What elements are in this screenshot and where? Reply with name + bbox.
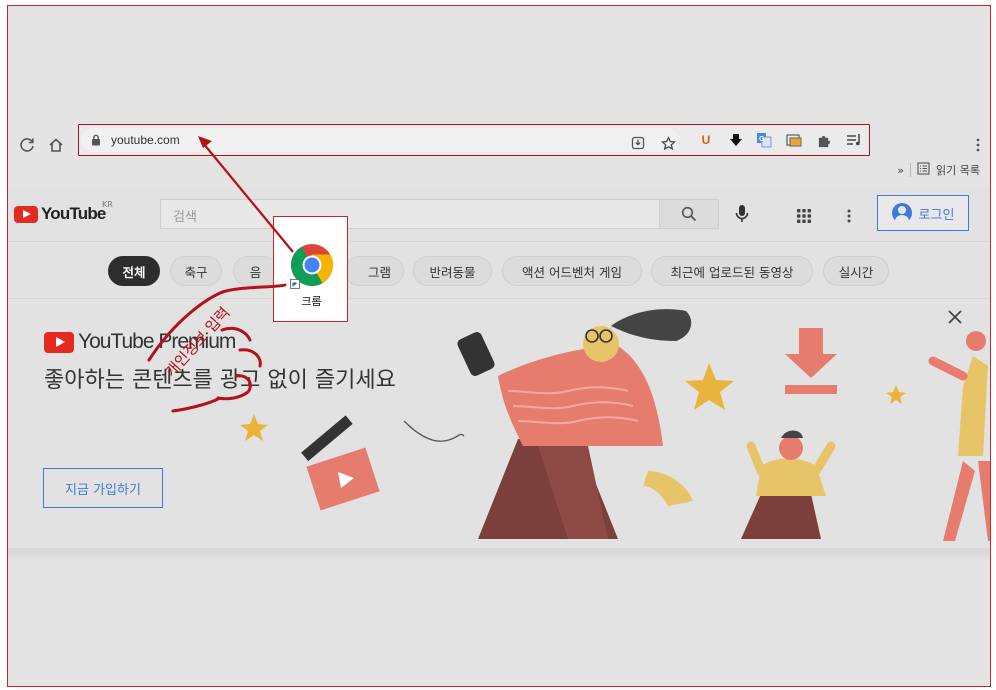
reading-list-button[interactable]: 읽기 목록 <box>936 162 980 178</box>
clapperboard-illustration <box>301 415 380 511</box>
page-shadow <box>8 548 990 562</box>
bookmarks-overflow-button[interactable]: » <box>897 164 904 177</box>
reading-list-icon[interactable] <box>917 162 930 178</box>
shortcut-label: 크롬 <box>301 295 322 308</box>
reload-icon[interactable] <box>15 133 39 157</box>
translate-extension-icon[interactable]: G <box>755 131 773 149</box>
dancing-person-illustration <box>928 331 990 541</box>
extensions-puzzle-icon[interactable] <box>815 131 833 149</box>
window-extension-icon[interactable] <box>785 131 803 149</box>
install-app-icon[interactable] <box>629 134 647 152</box>
screenshot-frame: youtube.com U G » 읽기 목록 YouTube KR 검색 로그… <box>7 5 991 687</box>
woman-with-phone-illustration <box>457 309 693 539</box>
star-decoration <box>685 363 734 410</box>
star-decoration <box>240 414 268 441</box>
ublock-extension-icon[interactable]: U <box>697 131 715 149</box>
bookmarks-bar: » 읽기 목록 <box>897 162 980 178</box>
chrome-menu-icon[interactable] <box>966 133 990 157</box>
youtube-page: YouTube KR 검색 로그인 전체 축구 음 그램 반려동물 액션 어드벤… <box>8 186 990 548</box>
download-arrow-illustration <box>785 328 837 394</box>
url-text: youtube.com <box>111 133 180 147</box>
home-icon[interactable] <box>44 133 68 157</box>
divider <box>910 163 912 177</box>
premium-illustration <box>240 309 990 541</box>
lock-icon[interactable] <box>91 134 101 146</box>
chrome-desktop-shortcut[interactable]: 크롬 <box>273 216 348 322</box>
cheering-person-illustration <box>741 430 836 539</box>
address-bar[interactable]: youtube.com U G <box>78 124 870 156</box>
bookmark-star-icon[interactable] <box>659 134 677 152</box>
star-decoration <box>886 385 906 404</box>
download-extension-icon[interactable] <box>727 131 745 149</box>
svg-text:G: G <box>759 136 765 143</box>
media-controls-icon[interactable] <box>845 131 863 149</box>
shortcut-arrow-icon <box>290 279 300 289</box>
squiggle-decoration <box>403 420 465 442</box>
url-field[interactable]: youtube.com <box>81 128 679 152</box>
